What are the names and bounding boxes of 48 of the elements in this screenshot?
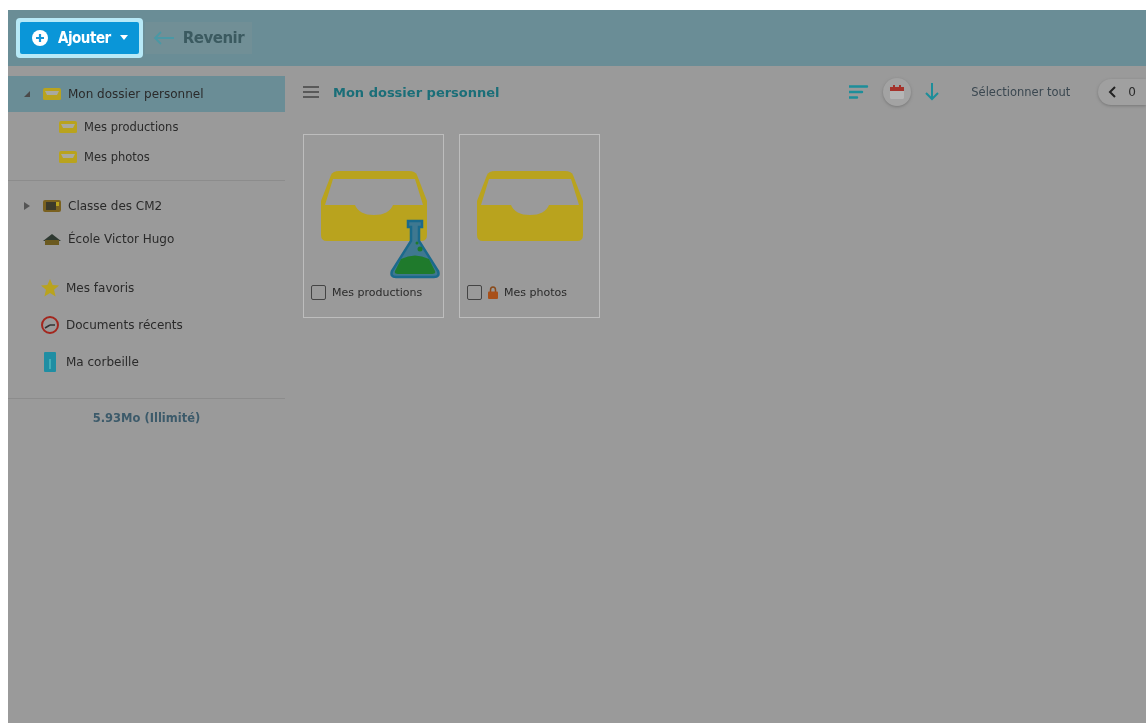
expand-triangle-icon[interactable] — [24, 201, 30, 210]
arrow-left-icon — [152, 31, 175, 45]
tree-item-label: Mon dossier personnel — [68, 87, 204, 101]
sidebar-link-label: Mes favoris — [66, 280, 135, 295]
tree-item-label: Mes productions — [84, 120, 179, 134]
chevron-left-icon[interactable] — [1108, 86, 1117, 98]
sidebar-link[interactable]: Ma corbeille — [8, 343, 285, 380]
blackboard-icon — [42, 198, 62, 213]
folder-icon — [58, 150, 78, 164]
tray-folder-icon — [320, 171, 427, 241]
folder-card[interactable]: Mes photos — [459, 134, 600, 318]
sidebar-link[interactable]: Documents récents — [8, 306, 285, 343]
plus-icon — [31, 29, 49, 47]
tree-item[interactable]: Mon dossier personnel — [8, 76, 285, 112]
sort-icon[interactable] — [849, 85, 870, 99]
page-number: 0 — [1128, 85, 1136, 99]
folder-name: Mes photos — [504, 286, 567, 299]
storage-quota: 5.93Mo (Illimité) — [91, 410, 202, 425]
tree-item[interactable]: Mes photos — [8, 142, 285, 172]
sidebar-link-label: Ma corbeille — [66, 354, 139, 369]
checkbox[interactable] — [311, 285, 326, 300]
tray-folder-icon — [476, 171, 583, 241]
tree-item-label: Mes photos — [84, 150, 150, 164]
star-icon — [40, 277, 60, 298]
tree-item[interactable]: Mes productions — [8, 112, 285, 142]
flask-icon — [389, 219, 441, 279]
arrow-down-icon[interactable] — [925, 83, 940, 101]
select-all-link[interactable]: Sélectionner tout — [971, 85, 1071, 99]
tree-item-label: Classe des CM2 — [68, 198, 163, 213]
calendar-icon — [889, 84, 906, 100]
folder-name: Mes productions — [332, 286, 423, 299]
checkbox[interactable] — [467, 285, 482, 300]
folder-icon — [58, 120, 78, 134]
tree-item[interactable]: École Victor Hugo — [8, 222, 285, 255]
caret-icon — [119, 35, 128, 41]
add-button[interactable]: Ajouter — [20, 22, 139, 54]
tree-item-label: École Victor Hugo — [68, 231, 175, 246]
folder-title: Mon dossier personnel — [333, 84, 500, 100]
clock-icon — [40, 314, 60, 335]
school-building-icon — [42, 231, 62, 246]
folder-card[interactable]: Mes productions — [303, 134, 444, 318]
sidebar-link-label: Documents récents — [66, 317, 183, 332]
menu-icon[interactable] — [303, 86, 319, 98]
folder-icon — [42, 87, 62, 101]
date-sort-button[interactable] — [883, 78, 912, 106]
sidebar-link[interactable]: Mes favoris — [8, 269, 285, 306]
tree-item[interactable]: Classe des CM2 — [8, 189, 285, 222]
collapse-triangle-icon[interactable] — [24, 91, 30, 97]
